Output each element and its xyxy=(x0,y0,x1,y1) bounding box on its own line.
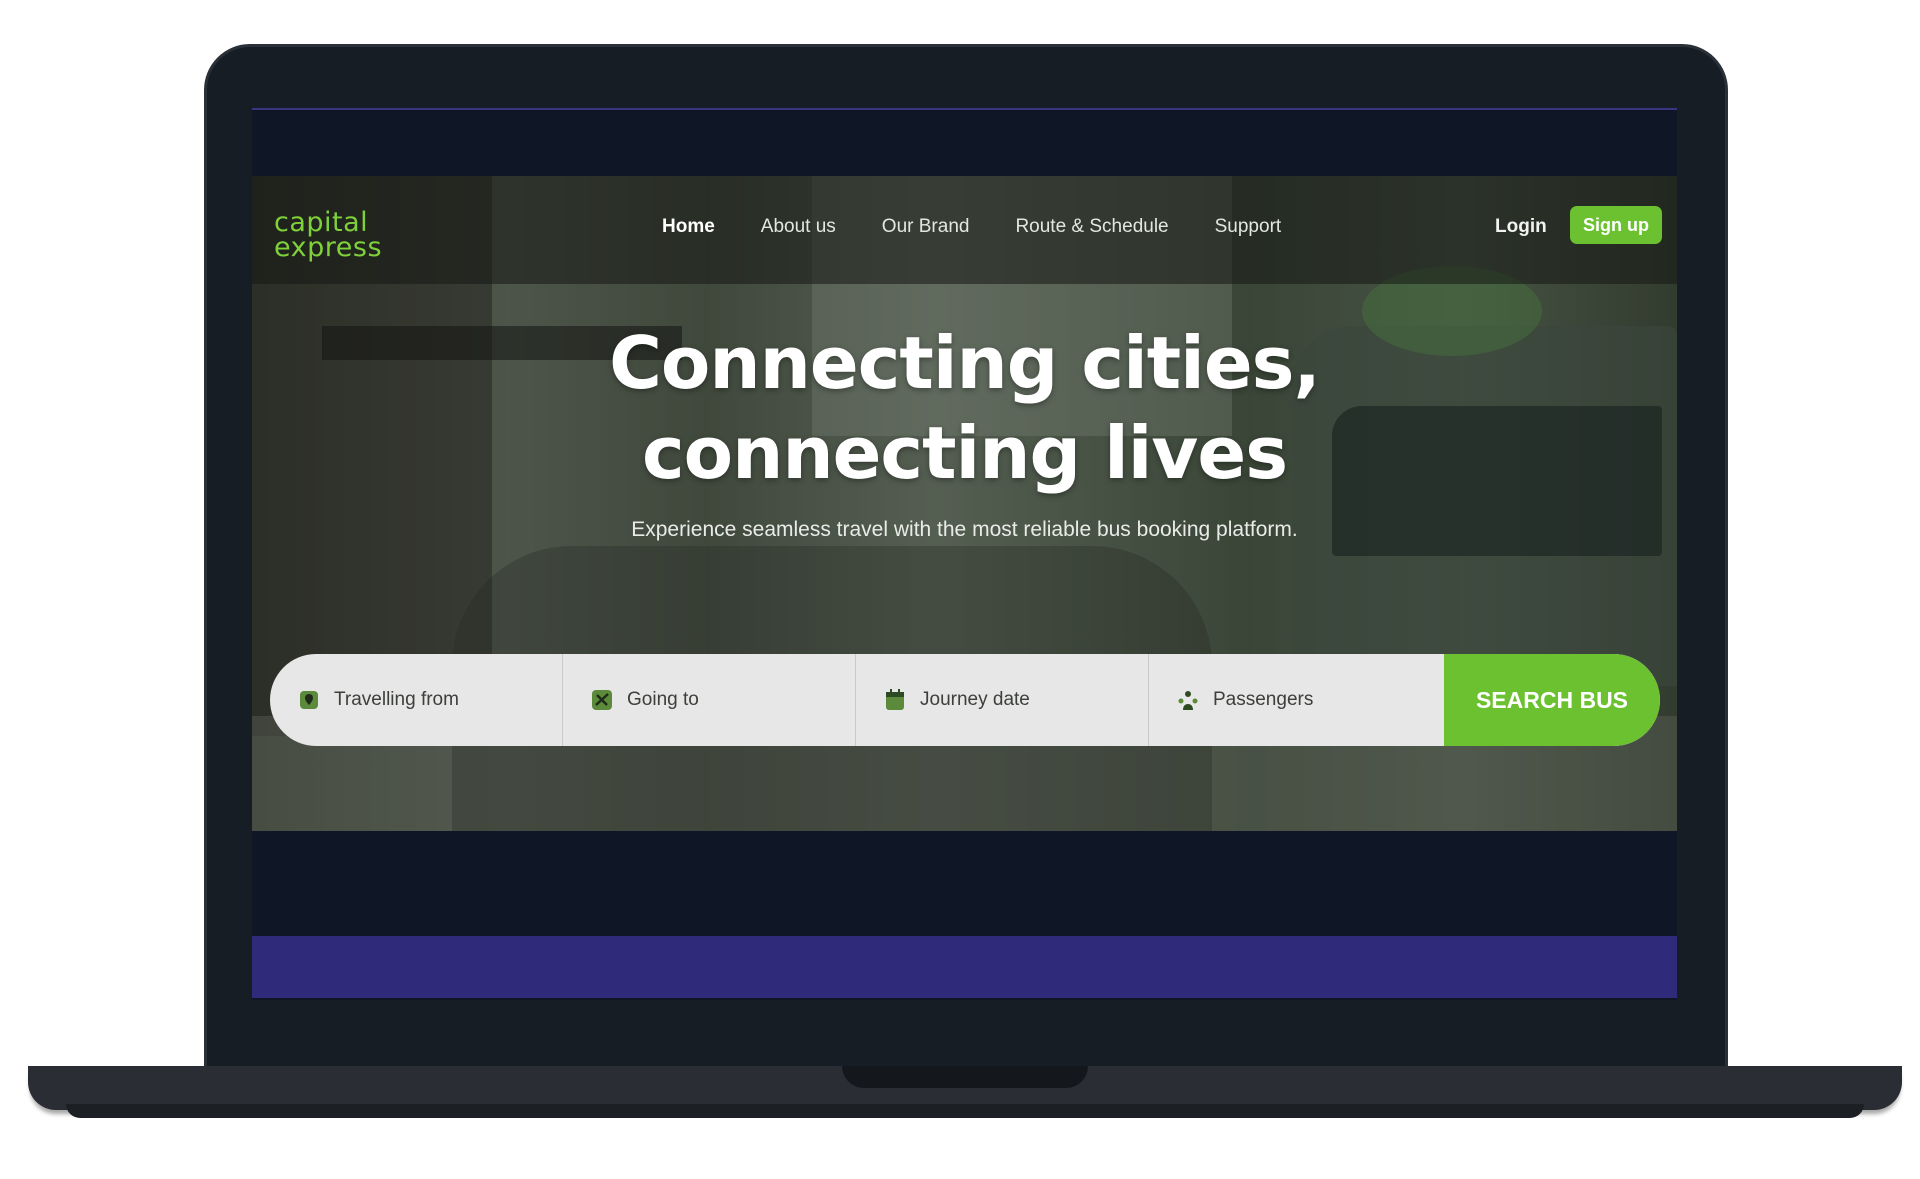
screen-top-band xyxy=(252,110,1677,176)
nav-item-home[interactable]: Home xyxy=(662,216,715,238)
signup-button[interactable]: Sign up xyxy=(1570,206,1662,244)
journey-date-field[interactable]: Journey date xyxy=(856,654,1149,746)
laptop-notch xyxy=(842,1066,1088,1088)
headline-line-2: connecting lives xyxy=(641,411,1288,495)
going-to-field[interactable]: Going to xyxy=(563,654,856,746)
screen-bottom-band xyxy=(252,831,1677,936)
hero-headline: Connecting cities, connecting lives xyxy=(252,318,1677,498)
login-link[interactable]: Login xyxy=(1495,216,1547,238)
logo-line-2: express xyxy=(274,232,383,263)
navbar: capital express Home About us Our Brand … xyxy=(252,176,1677,284)
going-to-label: Going to xyxy=(627,689,699,710)
nav-links: Home About us Our Brand Route & Schedule… xyxy=(662,216,1327,238)
laptop-screen: capital express Home About us Our Brand … xyxy=(252,108,1677,1000)
calendar-icon xyxy=(884,689,906,711)
brand-logo[interactable]: capital express xyxy=(274,209,383,263)
screen-footer-band xyxy=(252,936,1677,998)
nav-item-support[interactable]: Support xyxy=(1215,216,1282,238)
nav-item-our-brand[interactable]: Our Brand xyxy=(882,216,970,238)
bus-search-bar: Travelling from Going to Journey date Pa… xyxy=(270,654,1660,746)
nav-item-about-us[interactable]: About us xyxy=(761,216,836,238)
map-pin-icon xyxy=(298,689,320,711)
travelling-from-label: Travelling from xyxy=(334,689,459,710)
passengers-field[interactable]: Passengers xyxy=(1149,654,1442,746)
route-icon xyxy=(591,689,613,711)
passengers-icon xyxy=(1177,689,1199,711)
passengers-label: Passengers xyxy=(1213,689,1314,710)
travelling-from-field[interactable]: Travelling from xyxy=(270,654,563,746)
journey-date-label: Journey date xyxy=(920,689,1030,710)
headline-line-1: Connecting cities, xyxy=(609,321,1321,405)
hero-subheadline: Experience seamless travel with the most… xyxy=(631,518,1298,541)
search-bus-button[interactable]: SEARCH BUS xyxy=(1444,654,1660,746)
hero-section: capital express Home About us Our Brand … xyxy=(252,176,1677,831)
laptop-base-edge xyxy=(66,1104,1864,1118)
nav-item-route-schedule[interactable]: Route & Schedule xyxy=(1015,216,1168,238)
